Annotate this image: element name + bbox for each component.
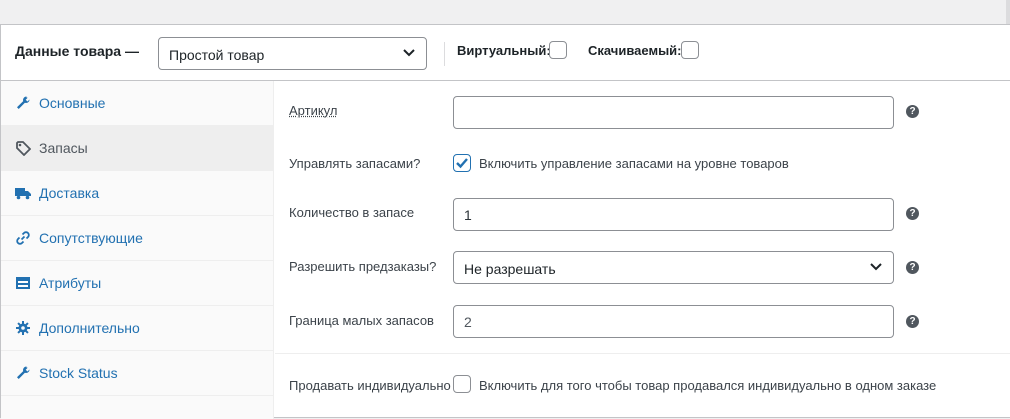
low-stock-label: Граница малых запасов [289,313,434,328]
backorders-value: Не разрешать [464,261,556,277]
tag-icon [16,141,31,156]
chevron-down-icon [870,263,882,271]
tab-shipping[interactable]: Доставка [1,171,273,216]
tab-linked-products[interactable]: Сопутствующие [1,216,273,261]
inventory-panel: Артикул ? Управлять запасами? Включить у… [275,81,1010,419]
tab-label: Дополнительно [39,320,140,336]
manage-stock-label: Управлять запасами? [289,156,421,171]
sku-label: Артикул [289,103,338,118]
chevron-down-icon [403,49,415,57]
truck-icon [15,188,31,200]
tab-general[interactable]: Основные [1,81,273,126]
table-icon [16,277,30,289]
right-column-edge [1006,0,1010,24]
low-stock-input[interactable]: 2 [453,305,894,338]
section-divider [275,353,1010,354]
panel-header: Данные товара — Простой товар Виртуальны… [1,25,1010,81]
help-icon: ? [906,207,919,220]
virtual-label: Виртуальный: [457,43,551,58]
product-type-value: Простой товар [169,47,265,63]
sold-individually-checkbox[interactable] [453,375,471,393]
sold-individually-label: Продавать индивидуально [289,378,451,393]
wrench-icon [17,366,30,379]
tab-label: Сопутствующие [39,230,143,246]
sku-input[interactable] [453,96,894,129]
tab-label: Основные [39,95,106,111]
product-type-select[interactable]: Простой товар [158,37,427,70]
tab-label: Запасы [39,140,88,156]
tab-attributes[interactable]: Атрибуты [1,261,273,306]
downloadable-checkbox[interactable] [681,41,699,59]
product-data-tabs: Основные Запасы Доставка Сопутствующие А… [1,81,274,419]
sold-individually-description: Включить для того чтобы товар продавался… [479,378,937,393]
stock-qty-input[interactable]: 1 [453,198,894,231]
manage-stock-description: Включить управление запасами на уровне т… [479,156,789,171]
tab-stock-status[interactable]: Stock Status [1,351,273,396]
help-icon: ? [906,105,919,118]
tab-inventory[interactable]: Запасы [1,126,273,171]
link-icon [16,231,30,245]
help-icon: ? [906,315,919,328]
backorders-select[interactable]: Не разрешать [453,251,894,284]
stock-qty-value: 1 [464,207,472,223]
stock-qty-label: Количество в запасе [289,205,415,220]
backorders-label: Разрешить предзаказы? [289,259,437,274]
virtual-checkbox[interactable] [549,41,567,59]
tab-label: Атрибуты [39,275,102,291]
help-icon: ? [906,261,919,274]
tab-label: Доставка [39,185,100,201]
manage-stock-checkbox[interactable] [453,154,471,172]
low-stock-placeholder: 2 [464,314,472,330]
header-divider [444,42,445,66]
checkmark-icon [456,158,468,169]
gear-icon [16,321,30,335]
panel-title: Данные товара — [15,43,139,59]
top-strip [0,0,1010,24]
tab-label: Stock Status [39,365,118,381]
downloadable-label: Скачиваемый: [588,43,682,58]
wrench-icon [17,96,30,109]
product-data-panel: Данные товара — Простой товар Виртуальны… [0,24,1010,419]
tab-advanced[interactable]: Дополнительно [1,306,273,351]
